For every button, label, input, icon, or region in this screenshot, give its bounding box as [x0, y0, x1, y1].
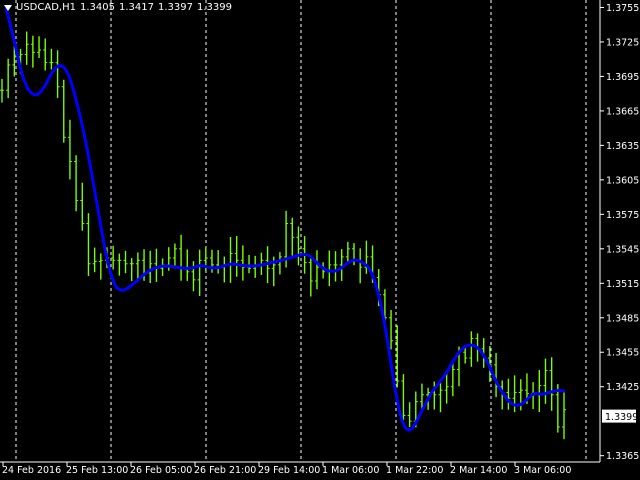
x-tick-label-5: 1 Mar 06:00	[322, 465, 379, 476]
price-chart[interactable]: 1.3755 1.3725 1.3695 1.3665 1.3635 1.3605 1.35…	[0, 0, 640, 480]
y-tick-label-0: 1.3755	[606, 3, 639, 14]
current-price-label: 1.3399	[605, 412, 638, 423]
price-axis-labels: 1.3755 1.3725 1.3695 1.3665 1.3635 1.3605 1.35…	[600, 3, 639, 462]
y-tick-label-12: 1.3365	[606, 451, 639, 462]
x-tick-label-6: 1 Mar 22:00	[386, 465, 443, 476]
x-tick-label-2: 26 Feb 05:00	[130, 465, 192, 476]
y-tick-label-8: 1.3515	[606, 279, 639, 290]
y-tick-label-11: 1.3425	[606, 382, 639, 393]
y-tick-label-6: 1.3575	[606, 210, 639, 221]
close-price: 1.3399	[196, 2, 232, 13]
x-tick-label-4: 29 Feb 14:00	[258, 465, 320, 476]
time-axis-labels: 24 Feb 2016 25 Feb 13:00 26 Feb 05:00 26 Fe…	[2, 462, 571, 476]
y-tick-label-1: 1.3725	[606, 37, 639, 48]
low-price: 1.3397	[157, 2, 193, 13]
x-tick-label-7: 2 Mar 14:00	[450, 465, 507, 476]
x-tick-label-8: 3 Mar 06:00	[514, 465, 571, 476]
y-tick-label-3: 1.3665	[606, 106, 639, 117]
current-price-marker: 1.3399	[602, 409, 638, 423]
y-tick-label-4: 1.3635	[606, 141, 639, 152]
x-tick-label-3: 26 Feb 21:00	[194, 465, 256, 476]
price-bars	[0, 31, 566, 440]
chart-info-header: USDCAD,H1 1.3405 1.3417 1.3397 1.3399	[4, 2, 232, 13]
high-price: 1.3417	[118, 2, 154, 13]
symbol-label: USDCAD,H1	[16, 2, 76, 13]
y-tick-label-9: 1.3485	[606, 313, 639, 324]
y-tick-label-10: 1.3455	[606, 348, 639, 359]
y-tick-label-7: 1.3545	[606, 244, 639, 255]
chart-axes	[0, 0, 601, 463]
y-tick-label-2: 1.3695	[606, 72, 639, 83]
y-tick-label-5: 1.3605	[606, 175, 639, 186]
open-price: 1.3405	[79, 2, 115, 13]
dropdown-triangle-icon[interactable]	[4, 4, 12, 11]
x-tick-label-1: 25 Feb 13:00	[66, 465, 128, 476]
x-tick-label-0: 24 Feb 2016	[2, 465, 61, 476]
